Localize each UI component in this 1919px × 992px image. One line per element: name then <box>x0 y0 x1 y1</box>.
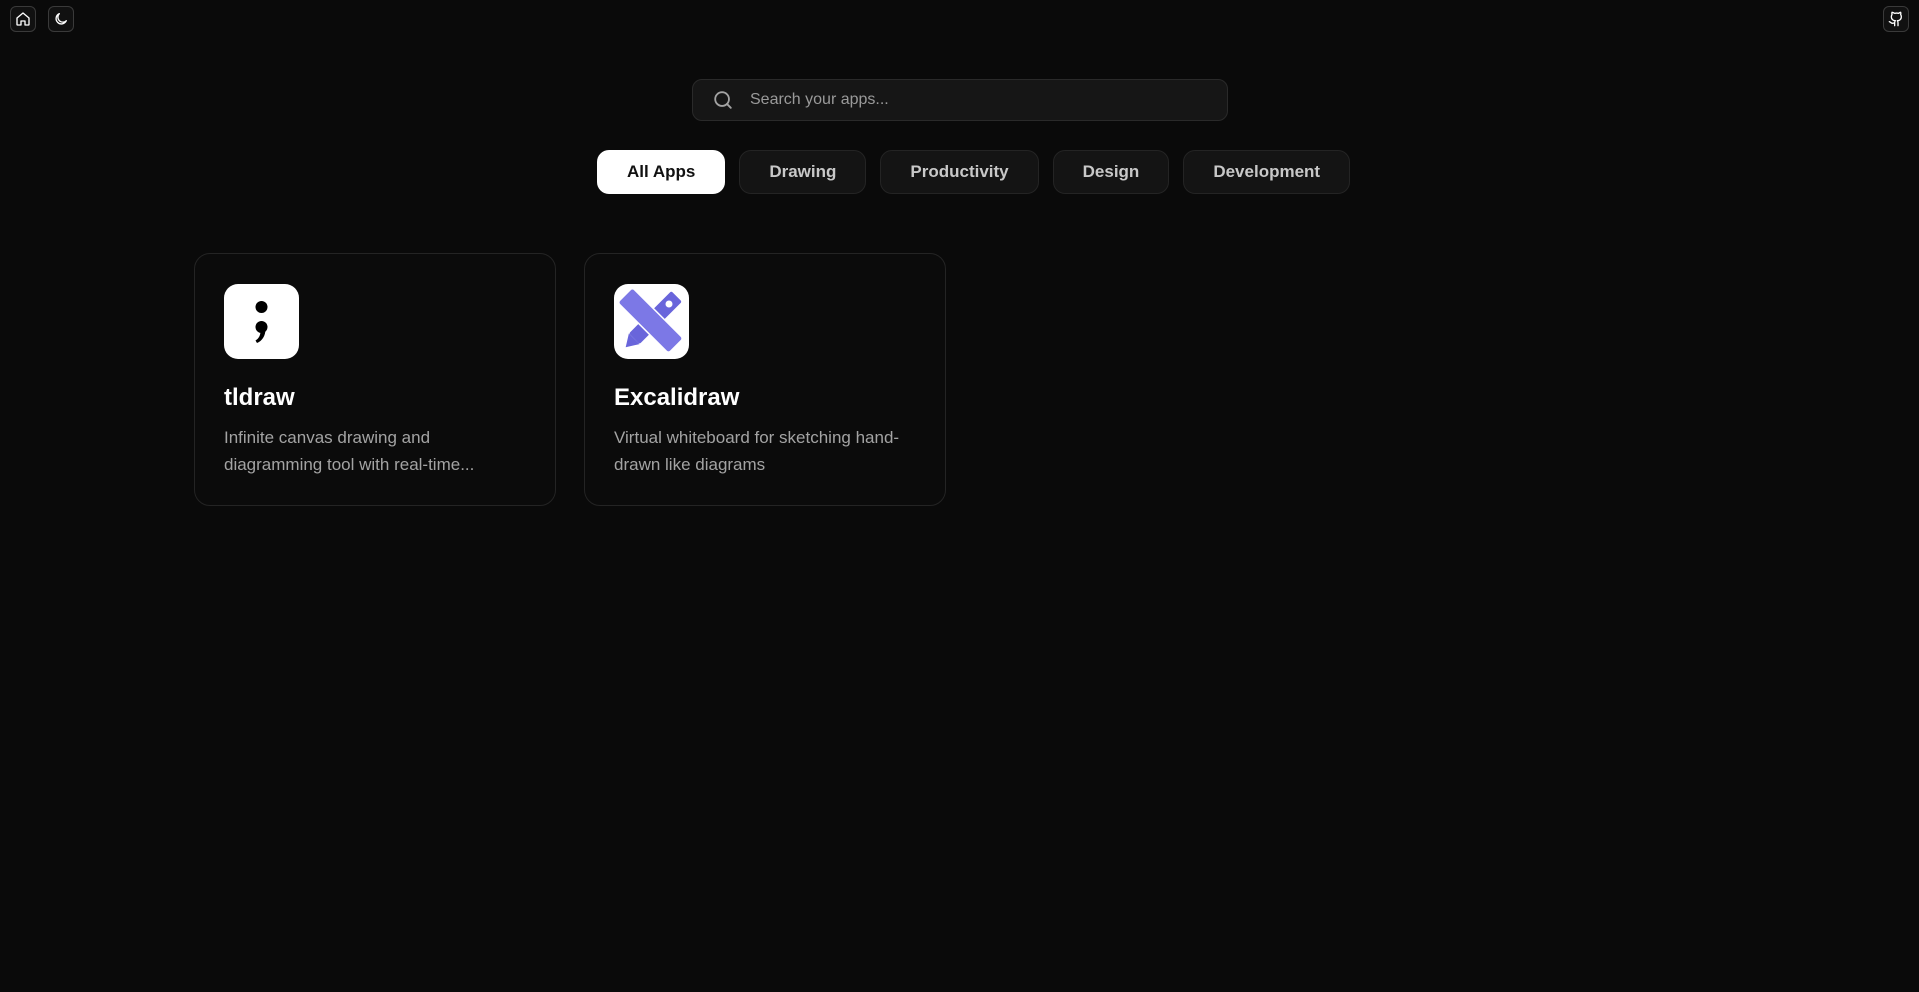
tab-development[interactable]: Development <box>1183 150 1351 194</box>
github-icon <box>1888 11 1903 27</box>
app-name: tldraw <box>224 384 295 411</box>
search-bar[interactable] <box>692 79 1228 121</box>
app-card-excalidraw[interactable]: Excalidraw Virtual whiteboard for sketch… <box>584 253 946 506</box>
tab-drawing[interactable]: Drawing <box>739 150 867 194</box>
app-description: Infinite canvas drawing and diagramming … <box>224 428 475 474</box>
github-button[interactable] <box>1883 6 1909 32</box>
app-grid: tldraw Infinite canvas drawing and diagr… <box>194 253 946 506</box>
app-name: Excalidraw <box>614 384 740 411</box>
tab-all-apps[interactable]: All Apps <box>597 150 726 194</box>
theme-toggle-button[interactable] <box>48 6 74 32</box>
semicolon-logo-icon <box>224 284 299 359</box>
search-icon <box>712 89 734 111</box>
app-card-tldraw[interactable]: tldraw Infinite canvas drawing and diagr… <box>194 253 556 506</box>
home-icon <box>16 12 30 26</box>
pen-ruler-logo-icon <box>614 284 689 359</box>
search-input[interactable] <box>748 79 1227 121</box>
home-button[interactable] <box>10 6 36 32</box>
tab-productivity[interactable]: Productivity <box>880 150 1039 194</box>
moon-icon <box>55 13 67 25</box>
category-tabs: All Apps Drawing Productivity Design Dev… <box>597 150 1351 194</box>
app-description: Virtual whiteboard for sketching hand-dr… <box>614 428 900 474</box>
tab-design[interactable]: Design <box>1052 150 1170 194</box>
